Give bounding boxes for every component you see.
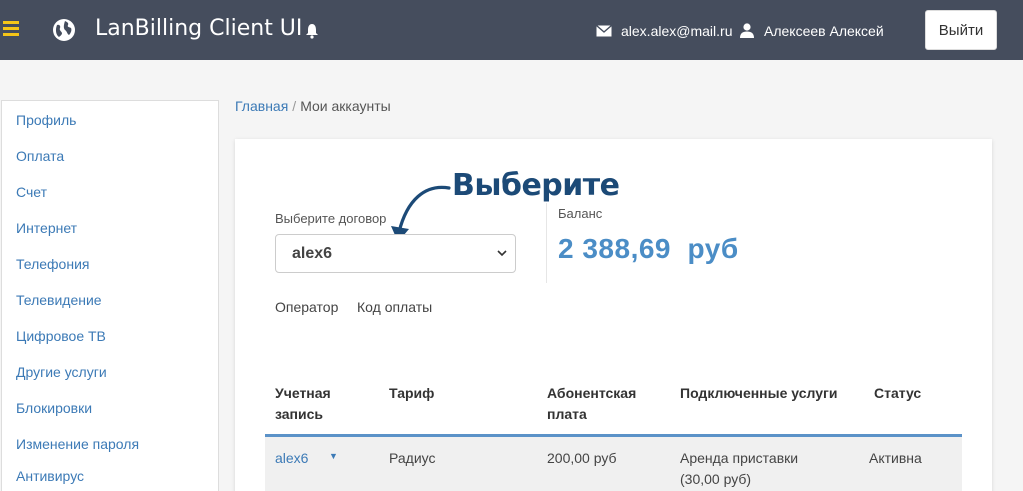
row-fee: 200,00 руб — [547, 450, 617, 466]
user-email[interactable]: alex.alex@mail.ru — [621, 23, 732, 39]
chevron-down-icon — [497, 250, 507, 257]
row-account[interactable]: alex6 — [275, 448, 308, 469]
operator-link[interactable]: Оператор — [275, 299, 338, 315]
breadcrumb-current: Мои аккаунты — [300, 98, 391, 114]
divider — [546, 203, 547, 283]
table-header-services: Подключенные услуги — [680, 385, 838, 401]
sidebar-item-invoice[interactable]: Счет — [16, 184, 47, 200]
table-header-account: Учетная запись — [275, 383, 331, 425]
contract-select[interactable]: alex6 — [275, 234, 516, 273]
table-header-account-line2: запись — [275, 406, 324, 422]
sidebar-item-internet[interactable]: Интернет — [16, 220, 77, 236]
top-navbar: LanBilling Client UI alex.alex@mail.ru А… — [0, 0, 1023, 60]
mail-icon — [596, 25, 612, 37]
sidebar-item-telephony[interactable]: Телефония — [16, 256, 89, 272]
sidebar-item-profile[interactable]: Профиль — [16, 112, 76, 128]
paycode-link[interactable]: Код оплаты — [357, 299, 432, 315]
breadcrumb-home[interactable]: Главная — [235, 98, 288, 114]
sidebar-item-television[interactable]: Телевидение — [16, 292, 102, 308]
sidebar-item-change-password[interactable]: Изменение пароля — [16, 436, 139, 452]
logout-button[interactable]: Выйти — [925, 10, 997, 50]
breadcrumb: Главная / Мои аккаунты — [235, 98, 391, 114]
contract-select-label: Выберите договор — [275, 211, 387, 226]
row-services-line1: Аренда приставки — [680, 450, 799, 466]
breadcrumb-separator: / — [292, 98, 297, 114]
sidebar-item-antivirus[interactable]: Антивирус — [16, 468, 84, 484]
table-header-tariff: Тариф — [389, 385, 435, 401]
caret-down-icon[interactable]: ▼ — [329, 451, 338, 461]
sidebar-item-blocks[interactable]: Блокировки — [16, 400, 92, 416]
contract-select-value: alex6 — [292, 245, 333, 262]
row-tariff: Радиус — [389, 450, 436, 466]
sidebar: Профиль Оплата Счет Интернет Телефония Т… — [1, 100, 219, 491]
user-name[interactable]: Алексеев Алексей — [764, 23, 884, 39]
row-status: Активна — [869, 450, 922, 466]
balance-value: 2 388,69 руб — [558, 233, 739, 264]
balance-label: Баланс — [558, 206, 603, 221]
sidebar-item-digital-tv[interactable]: Цифровое ТВ — [16, 328, 106, 344]
table-header-fee: Абонентская плата — [547, 383, 636, 425]
table-header-account-line1: Учетная — [275, 385, 331, 401]
user-icon — [740, 23, 754, 38]
menu-icon[interactable] — [3, 21, 19, 37]
row-services-line2: (30,00 руб) — [680, 471, 752, 487]
table-header-fee-line2: плата — [547, 406, 587, 422]
globe-icon — [53, 19, 75, 41]
table-header-fee-line1: Абонентская — [547, 385, 637, 401]
bell-icon[interactable] — [305, 23, 319, 39]
hint-annotation: Выберите — [452, 168, 620, 203]
sidebar-item-other-services[interactable]: Другие услуги — [16, 364, 107, 380]
sidebar-item-payment[interactable]: Оплата — [16, 148, 64, 164]
app-title: LanBilling Client UI — [95, 16, 303, 41]
row-services: Аренда приставки (30,00 руб) — [680, 448, 798, 490]
table-header-status: Статус — [874, 385, 922, 401]
